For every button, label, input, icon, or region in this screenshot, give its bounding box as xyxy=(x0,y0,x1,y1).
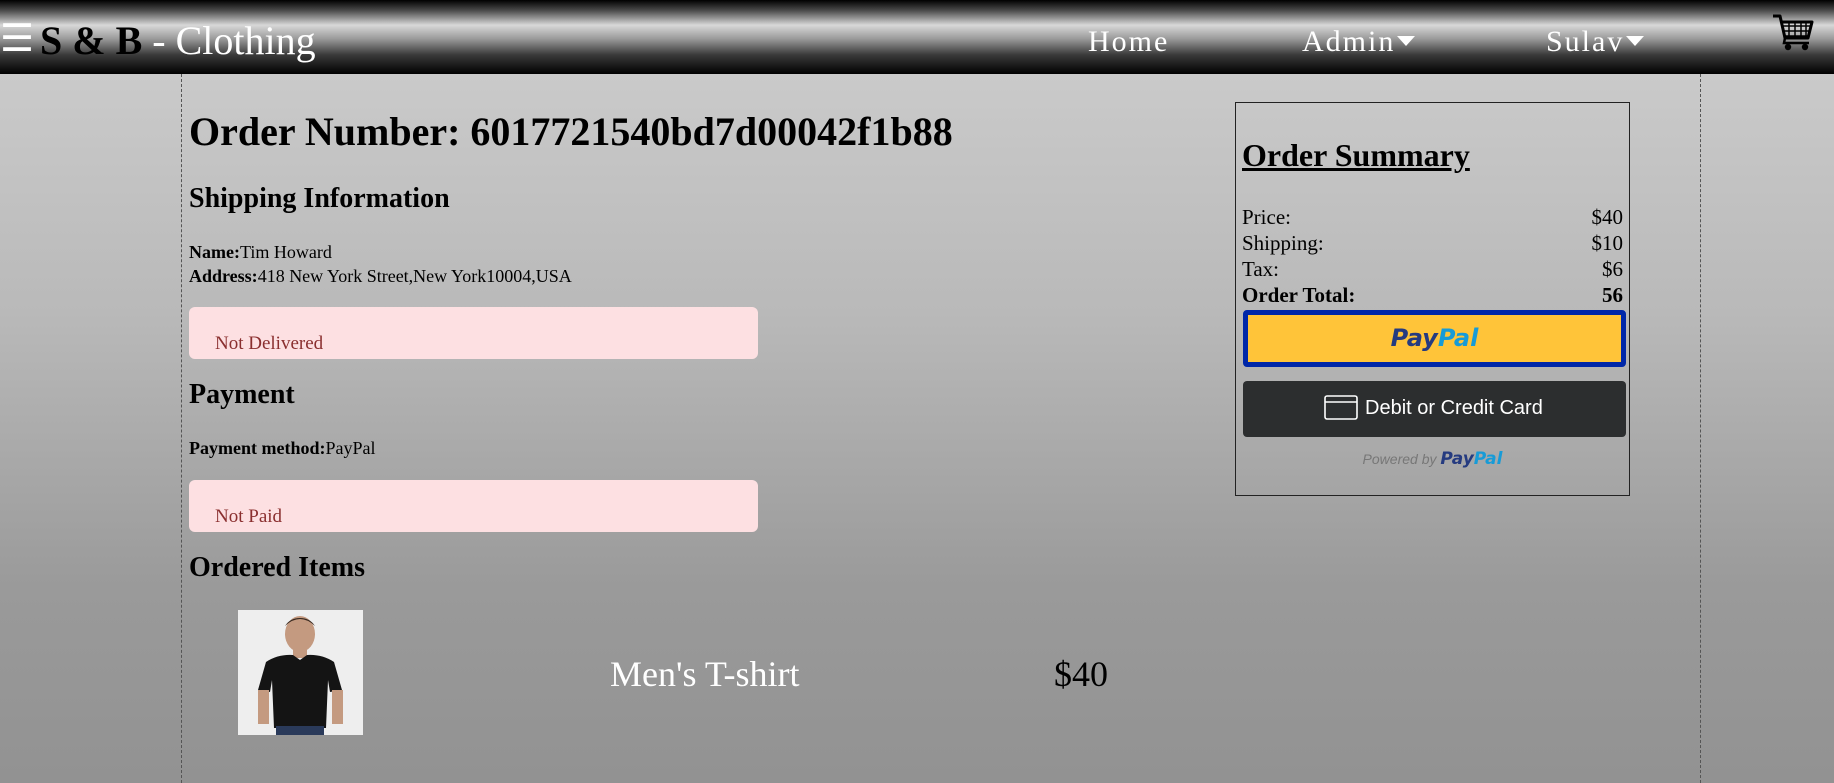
brand-suffix: - Clothing xyxy=(142,18,316,63)
payment-heading: Payment xyxy=(189,379,295,410)
nav-home[interactable]: Home xyxy=(1088,22,1169,62)
customer-name: Tim Howard xyxy=(239,242,332,262)
payment-status-text: Not Paid xyxy=(215,506,283,527)
summary-label: Order Total: xyxy=(1242,283,1356,307)
shipping-heading: Shipping Information xyxy=(189,183,450,214)
summary-row-total: Order Total: 56 xyxy=(1242,282,1623,308)
nav-user-label: Sulav xyxy=(1546,25,1625,58)
navbar: ☰ S & B - Clothing Home Admin Sulav xyxy=(0,0,1834,74)
shipping-name-line: Name:Tim Howard xyxy=(189,240,332,264)
delivery-status-text: Not Delivered xyxy=(215,333,324,354)
payment-method-label: Payment method: xyxy=(189,438,326,458)
debit-credit-card-button[interactable]: Debit or Credit Card xyxy=(1243,381,1626,437)
product-image[interactable] xyxy=(238,610,363,735)
delivery-status-alert: Not Delivered xyxy=(189,307,758,359)
shipping-address-line: Address:418 New York Street,New York1000… xyxy=(189,264,572,288)
card-button-label: Debit or Credit Card xyxy=(1365,397,1543,419)
summary-row-shipping: Shipping: $10 xyxy=(1242,230,1623,256)
caret-down-icon xyxy=(1397,36,1416,47)
tshirt-model-image xyxy=(238,610,363,735)
shopping-cart-icon[interactable] xyxy=(1772,12,1814,52)
name-label: Name: xyxy=(189,242,240,262)
summary-row-tax: Tax: $6 xyxy=(1242,256,1623,282)
order-summary-title: Order Summary xyxy=(1242,137,1470,173)
powered-by-text: Powered by xyxy=(1362,451,1437,467)
summary-label: Shipping: xyxy=(1242,231,1324,255)
nav-home-label: Home xyxy=(1088,25,1170,58)
customer-address: 418 New York Street,New York10004,USA xyxy=(257,266,572,286)
payment-method-line: Payment method:PayPal xyxy=(189,436,376,460)
brand-logo[interactable]: S & B - Clothing xyxy=(40,18,316,64)
summary-row-price: Price: $40 xyxy=(1242,204,1623,230)
paypal-logo: PayPal xyxy=(1248,315,1621,362)
hamburger-menu-icon[interactable]: ☰ xyxy=(0,19,34,59)
summary-label: Price: xyxy=(1242,205,1291,229)
summary-value: $6 xyxy=(1602,257,1623,281)
paypal-logo-part2: Pal xyxy=(1437,324,1479,352)
summary-label: Tax: xyxy=(1242,257,1280,281)
paypal-button[interactable]: PayPal xyxy=(1243,310,1626,367)
address-label: Address: xyxy=(189,266,258,286)
powered-brand-part1: Pay xyxy=(1440,449,1474,469)
brand-name: S & B xyxy=(40,18,143,63)
ordered-items-heading: Ordered Items xyxy=(189,552,365,583)
order-summary-card: Order Summary Price: $40 Shipping: $10 T… xyxy=(1235,102,1630,496)
summary-value: $40 xyxy=(1591,205,1624,229)
summary-value: $10 xyxy=(1591,231,1624,255)
payment-status-alert: Not Paid xyxy=(189,480,758,532)
caret-down-icon xyxy=(1626,36,1645,47)
product-price: $40 xyxy=(1054,654,1108,694)
summary-value: 56 xyxy=(1602,283,1623,307)
credit-card-icon xyxy=(1324,395,1358,420)
nav-user-dropdown[interactable]: Sulav xyxy=(1546,22,1645,62)
powered-brand-part2: Pal xyxy=(1473,449,1503,469)
order-number-title: Order Number: 6017721540bd7d00042f1b88 xyxy=(189,109,953,154)
nav-admin-label: Admin xyxy=(1302,25,1396,58)
payment-method-value: PayPal xyxy=(325,438,376,458)
product-name-link[interactable]: Men's T-shirt xyxy=(610,652,800,696)
nav-admin-dropdown[interactable]: Admin xyxy=(1302,22,1416,62)
powered-by-paypal: Powered by PayPal xyxy=(1236,449,1629,469)
paypal-logo-part1: Pay xyxy=(1390,324,1438,352)
